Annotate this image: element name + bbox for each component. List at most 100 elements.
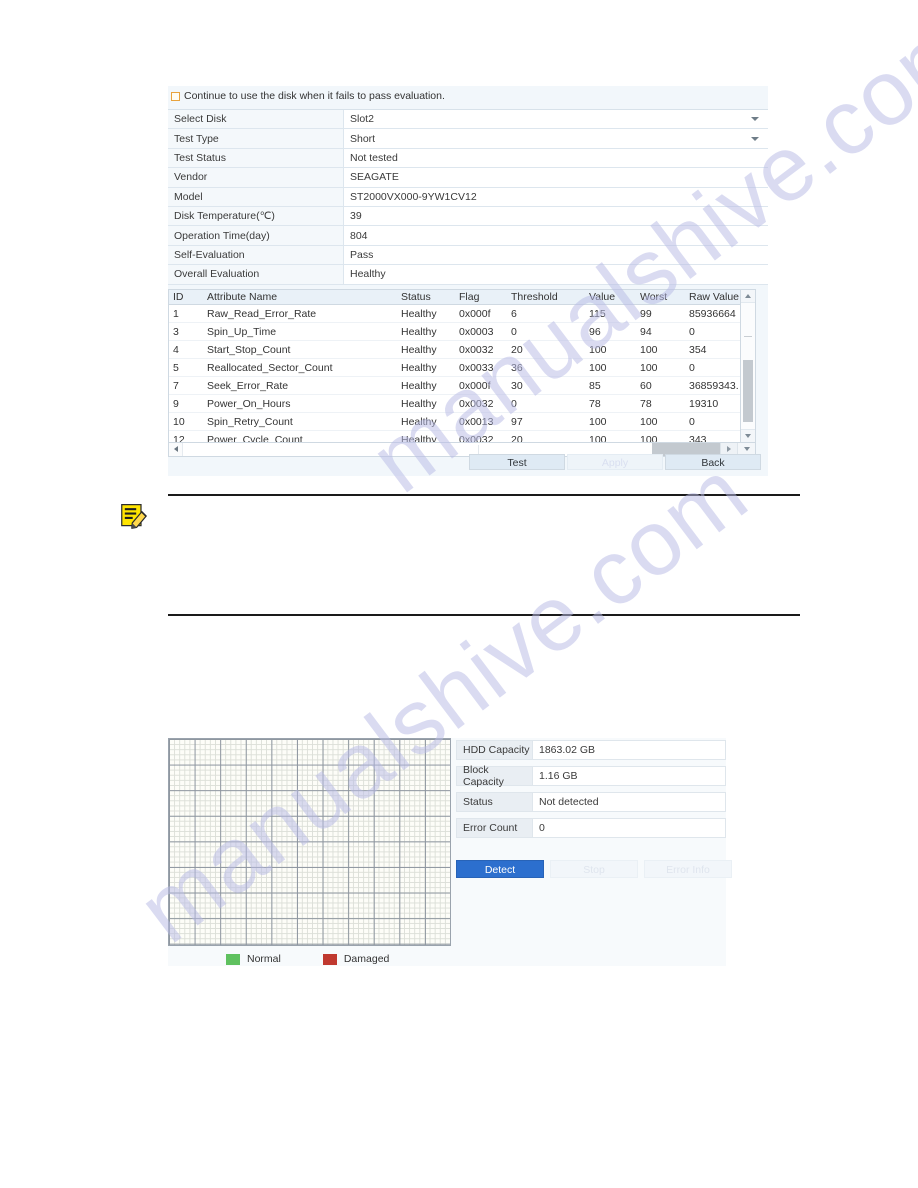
table-cell-val: 96 (585, 322, 636, 342)
detect-button[interactable]: Detect (456, 860, 544, 878)
table-cell-worst: 100 (636, 340, 685, 360)
test-type-dropdown[interactable]: Short (344, 129, 768, 148)
table-cell-worst: 99 (636, 304, 685, 324)
row-error-count: Error Count 0 (456, 818, 726, 838)
legend-item-normal: Normal (226, 953, 281, 965)
self-evaluation-value: Pass (344, 245, 768, 265)
column-header-worst[interactable]: Worst (636, 289, 685, 306)
sector-legend: Normal Damaged (226, 953, 431, 965)
table-cell-worst: 100 (636, 430, 685, 442)
table-cell-status: Healthy (397, 376, 455, 396)
vertical-scrollbar[interactable] (740, 289, 755, 442)
test-status-value: Not tested (344, 148, 768, 168)
table-row[interactable]: 5 Reallocated_Sector_Count Healthy 0x0033 36… (169, 358, 740, 378)
table-cell-flag: 0x0032 (455, 340, 507, 360)
column-header-value[interactable]: Value (585, 289, 636, 306)
column-header-flag[interactable]: Flag (455, 289, 507, 306)
table-cell-name: Seek_Error_Rate (203, 376, 397, 396)
table-cell-raw: 0 (685, 358, 740, 378)
apply-button[interactable]: Apply (567, 454, 663, 470)
table-cell-thr: 30 (507, 376, 585, 396)
table-row[interactable]: 3 Spin_Up_Time Healthy 0x0003 0 96 94 0 (169, 322, 740, 342)
table-cell-thr: 36 (507, 358, 585, 378)
label-test-status: Test Status (168, 148, 344, 168)
table-cell-val: 100 (585, 412, 636, 432)
smart-attribute-table: ID Attribute Name Status Flag Threshold … (169, 289, 740, 442)
table-cell-status: Healthy (397, 358, 455, 378)
column-header-raw-value[interactable]: Raw Value (685, 289, 740, 306)
chevron-down-icon[interactable] (751, 136, 759, 141)
table-cell-status: Healthy (397, 394, 455, 414)
smart-button-row: Test Apply Back (168, 454, 768, 478)
scrollbar-separator (478, 444, 480, 454)
table-cell-thr: 97 (507, 412, 585, 432)
triangle-left-icon (173, 446, 178, 453)
back-button[interactable]: Back (665, 454, 761, 470)
disk-sector-grid[interactable] (168, 738, 451, 946)
table-cell-status: Healthy (397, 340, 455, 360)
table-cell-flag: 0x0032 (455, 430, 507, 442)
error-info-button[interactable]: Error Info (644, 860, 732, 878)
table-cell-flag: 0x0033 (455, 358, 507, 378)
legend-label-normal: Normal (247, 953, 281, 965)
form-row-select-disk[interactable]: Select Disk Slot2 (168, 110, 768, 130)
table-cell-id: 7 (169, 376, 203, 396)
column-header-attribute[interactable]: Attribute Name (203, 289, 397, 306)
form-row-test-type[interactable]: Test Type Short (168, 129, 768, 149)
note-callout (121, 494, 800, 616)
scroll-down-button[interactable] (741, 428, 755, 442)
note-pencil-icon (121, 504, 147, 529)
table-cell-val: 85 (585, 376, 636, 396)
smart-test-panel: Continue to use the disk when it fails t… (168, 86, 768, 476)
label-operation-time: Operation Time(day) (168, 226, 344, 245)
table-cell-val: 115 (585, 304, 636, 324)
overall-evaluation-value: Healthy (344, 265, 768, 284)
note-bottom-rule (168, 614, 800, 616)
vertical-scrollbar-thumb[interactable] (743, 359, 753, 422)
operation-time-value: 804 (344, 226, 768, 245)
continue-use-disk-label: Continue to use the disk when it fails t… (184, 90, 445, 102)
table-cell-flag: 0x0003 (455, 322, 507, 342)
label-error-count: Error Count (456, 818, 532, 838)
table-cell-raw: 19310 (685, 394, 740, 414)
continue-use-disk-checkbox-row[interactable]: Continue to use the disk when it fails t… (168, 86, 768, 107)
table-cell-flag: 0x0032 (455, 394, 507, 414)
table-cell-name: Power_Cycle_Count (203, 430, 397, 442)
table-cell-status: Healthy (397, 304, 455, 324)
legend-swatch-normal (226, 953, 240, 965)
column-header-id[interactable]: ID (169, 289, 203, 306)
test-button[interactable]: Test (469, 454, 565, 470)
table-row[interactable]: 1 Raw_Read_Error_Rate Healthy 0x000f 6 115 99 8… (169, 304, 740, 324)
label-model: Model (168, 187, 344, 206)
table-cell-worst: 100 (636, 358, 685, 378)
form-row-operation-time: Operation Time(day) 804 (168, 226, 768, 246)
chevron-down-icon[interactable] (751, 117, 759, 122)
table-cell-raw: 343 (685, 430, 740, 442)
table-row[interactable]: 10 Spin_Retry_Count Healthy 0x0013 97 100 100 0 (169, 412, 740, 432)
scroll-up-button[interactable] (741, 289, 755, 303)
table-row[interactable]: 9 Power_On_Hours Healthy 0x0032 0 78 78 19310 (169, 394, 740, 414)
table-cell-id: 9 (169, 394, 203, 414)
table-cell-thr: 20 (507, 340, 585, 360)
table-cell-name: Start_Stop_Count (203, 340, 397, 360)
table-cell-id: 4 (169, 340, 203, 360)
table-cell-status: Healthy (397, 430, 455, 442)
model-value: ST2000VX000-9YW1CV12 (344, 187, 768, 206)
table-row[interactable]: 4 Start_Stop_Count Healthy 0x0032 20 100 100 35… (169, 340, 740, 360)
table-row[interactable]: 12 Power_Cycle_Count Healthy 0x0032 20 100 100… (169, 430, 740, 442)
bad-sector-button-row: Detect Stop Error Info (456, 860, 732, 878)
table-cell-id: 1 (169, 304, 203, 324)
table-row[interactable]: 7 Seek_Error_Rate Healthy 0x000f 30 85 60 36859… (169, 376, 740, 396)
table-cell-val: 100 (585, 430, 636, 442)
table-cell-status: Healthy (397, 412, 455, 432)
select-disk-dropdown[interactable]: Slot2 (344, 110, 768, 129)
column-header-status[interactable]: Status (397, 289, 455, 306)
checkbox-icon[interactable] (171, 91, 180, 101)
stop-button[interactable]: Stop (550, 860, 638, 878)
hdd-capacity-value: 1863.02 GB (532, 740, 726, 760)
label-status: Status (456, 792, 532, 812)
note-top-rule (168, 494, 800, 496)
column-header-threshold[interactable]: Threshold (507, 289, 585, 306)
scrollbar-tick (744, 335, 752, 337)
table-cell-thr: 6 (507, 304, 585, 324)
